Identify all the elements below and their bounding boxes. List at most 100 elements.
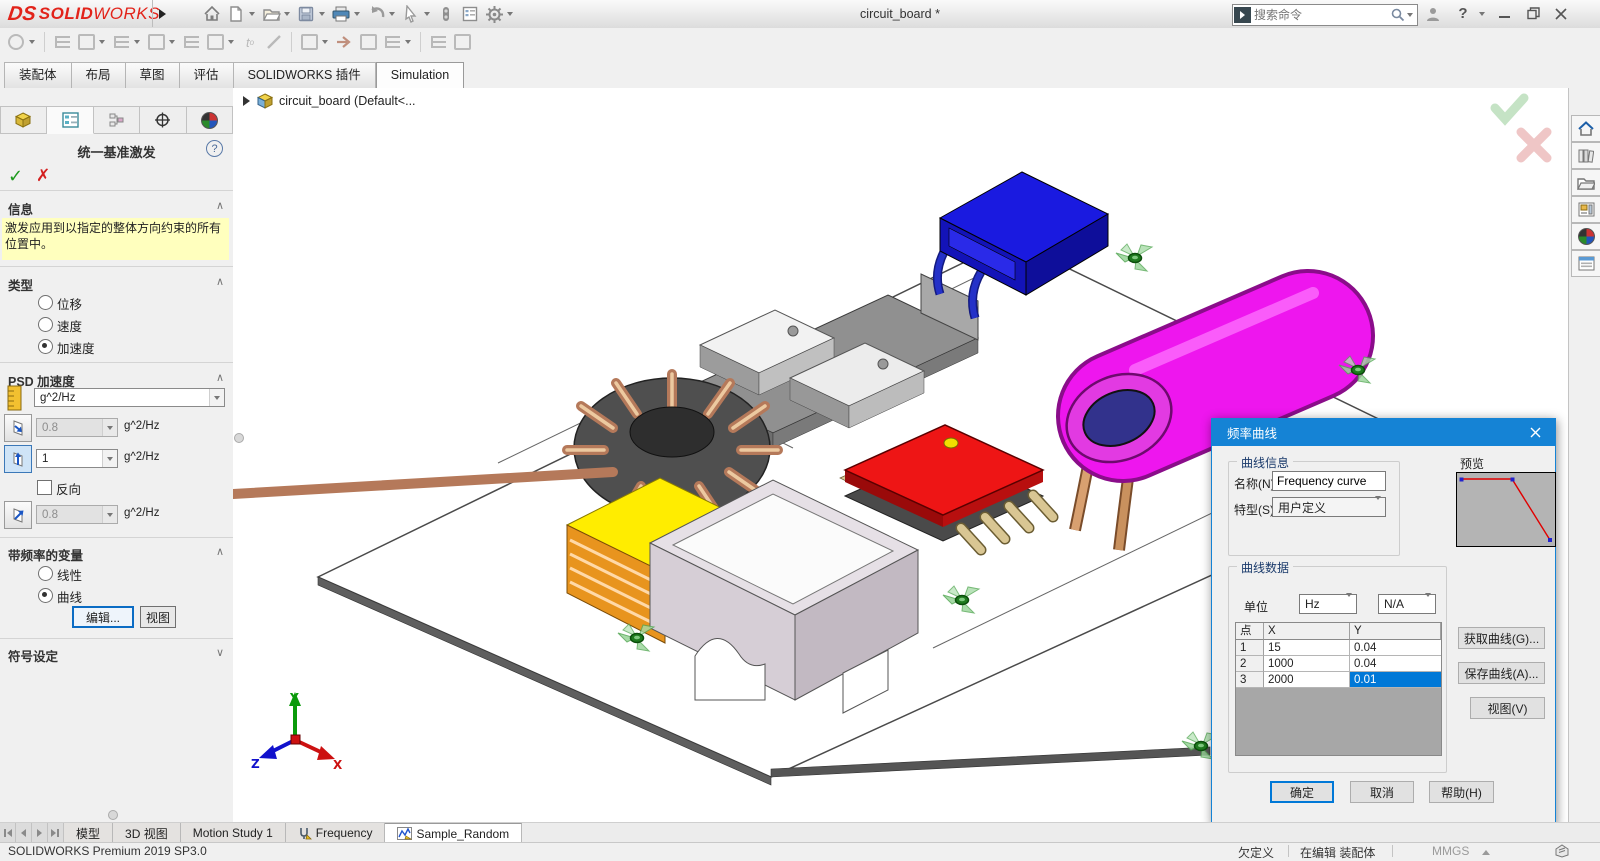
dialog-help-button[interactable]: 帮助(H) — [1429, 781, 1494, 803]
type-section-header[interactable]: 类型 — [8, 275, 33, 294]
tab-simulation[interactable]: Simulation — [376, 62, 464, 89]
table-row[interactable]: 2 1000 0.04 — [1236, 656, 1441, 672]
psd-unit-select[interactable]: g^2/Hz — [34, 388, 225, 407]
next-tab-button[interactable] — [32, 823, 48, 843]
confirmation-corner[interactable] — [1495, 98, 1547, 158]
radio-curve[interactable] — [38, 588, 53, 603]
row1-point[interactable]: 1 — [1236, 640, 1264, 656]
report-icon[interactable] — [427, 31, 449, 53]
curve-name-input[interactable] — [1272, 471, 1386, 491]
symbol-expand-chevron[interactable]: ∨ — [216, 646, 224, 659]
frequency-curve-dialog[interactable]: 频率曲线 曲线信息 名称(N) 特型(S) 用户定义 预览 曲线数据 单位 Hz… — [1211, 418, 1556, 827]
units-caret-icon[interactable] — [1482, 850, 1490, 855]
row3-x-cell[interactable]: 2000 — [1264, 672, 1350, 688]
info-section-header[interactable]: 信息 — [8, 199, 33, 218]
save-caret[interactable] — [319, 12, 325, 16]
plot-results-icon[interactable] — [381, 31, 403, 53]
tab-3d-views[interactable]: 3D 视图 — [113, 823, 181, 843]
pm-help-icon[interactable]: ? — [206, 140, 223, 157]
edit-curve-icon[interactable] — [263, 31, 285, 53]
help-caret[interactable] — [1479, 12, 1485, 16]
first-tab-button[interactable] — [0, 823, 16, 843]
get-curve-button[interactable]: 获取曲线(G)... — [1458, 627, 1545, 649]
direction3-icon-button[interactable] — [4, 501, 32, 529]
reverse-direction-label[interactable]: 反向 — [56, 479, 81, 498]
units-status[interactable]: MMGS — [1432, 844, 1469, 858]
direction1-icon-button[interactable] — [4, 414, 32, 442]
close-button[interactable] — [1548, 0, 1574, 27]
select-caret[interactable] — [424, 12, 430, 16]
cancel-button[interactable]: 取消 — [1350, 781, 1414, 803]
fixtures-caret[interactable] — [228, 40, 234, 44]
appearances-scenes-icon[interactable] — [1571, 223, 1600, 250]
tab-addins[interactable]: SOLIDWORKS 插件 — [233, 62, 376, 89]
breadcrumb[interactable]: circuit_board (Default<... — [243, 93, 416, 109]
search-command-box[interactable] — [1232, 4, 1418, 26]
unit-x-select[interactable]: Hz — [1299, 594, 1357, 614]
pm-cancel-x-icon[interactable]: ✗ — [36, 166, 50, 186]
study-advisor-icon[interactable] — [75, 31, 97, 53]
configuration-manager-tab[interactable] — [94, 106, 140, 134]
home-icon[interactable] — [200, 2, 224, 26]
rebuild-icon[interactable] — [434, 2, 458, 26]
login-user-icon[interactable] — [1420, 0, 1446, 27]
curve-data-table[interactable]: 点 X Y 1 15 0.04 2 1000 0.04 3 2000 0.01 — [1235, 622, 1442, 756]
logo-flyout-button[interactable] — [152, 0, 171, 27]
compare-results-icon[interactable] — [451, 31, 473, 53]
save-curve-button[interactable]: 保存曲线(A)... — [1458, 662, 1545, 684]
panel-bottom-splitter-handle[interactable] — [108, 810, 118, 820]
new-document-caret[interactable] — [249, 12, 255, 16]
info-collapse-chevron[interactable]: ∧ — [216, 199, 224, 212]
row1-x-cell[interactable]: 15 — [1264, 640, 1350, 656]
tab-evaluate[interactable]: 评估 — [179, 62, 233, 89]
panel-splitter-handle[interactable] — [234, 433, 244, 443]
ok-button[interactable]: 确定 — [1270, 781, 1334, 803]
mesh-icon[interactable] — [298, 31, 320, 53]
help-button[interactable]: ? — [1450, 0, 1476, 27]
row1-y-cell[interactable]: 0.04 — [1350, 640, 1441, 656]
study-filter-icon[interactable] — [5, 31, 27, 53]
tab-frequency[interactable]: Frequency — [286, 823, 386, 843]
resources-icon[interactable] — [1571, 142, 1600, 169]
tab-assembly[interactable]: 装配体 — [4, 62, 71, 89]
options-gear-icon[interactable] — [482, 2, 506, 26]
thermal-loads-icon[interactable] — [110, 31, 132, 53]
options-list-icon[interactable] — [458, 2, 482, 26]
property-manager-tab[interactable] — [47, 106, 93, 134]
dialog-view-button[interactable]: 视图(V) — [1470, 697, 1545, 719]
radio-velocity-label[interactable]: 速度 — [57, 316, 82, 335]
reverse-direction-checkbox[interactable] — [37, 480, 52, 495]
tab-sketch[interactable]: 草图 — [125, 62, 179, 89]
search-input[interactable] — [1252, 7, 1390, 23]
tab-sample-random[interactable]: Sample_Random — [385, 823, 522, 843]
thermal-loads-caret[interactable] — [134, 40, 140, 44]
custom-properties-icon[interactable] — [1571, 250, 1600, 277]
select-icon[interactable] — [399, 2, 423, 26]
design-library-icon[interactable] — [1571, 169, 1600, 196]
status-tag-icon[interactable] — [1554, 844, 1570, 858]
dir1-value-combo[interactable]: 0.8 — [36, 418, 118, 437]
last-tab-button[interactable] — [48, 823, 64, 843]
view-curve-button[interactable]: 视图 — [140, 606, 176, 628]
dialog-close-icon[interactable] — [1515, 419, 1555, 446]
edit-curve-button[interactable]: 编辑... — [72, 606, 134, 628]
tab-model[interactable]: 模型 — [64, 823, 113, 843]
direction2-icon-button[interactable] — [4, 445, 32, 473]
table-row[interactable]: 1 15 0.04 — [1236, 640, 1441, 656]
psd-collapse-chevron[interactable]: ∧ — [216, 371, 224, 384]
radio-curve-label[interactable]: 曲线 — [57, 587, 82, 606]
tab-motion-study-1[interactable]: Motion Study 1 — [181, 823, 286, 843]
plot-results-caret[interactable] — [405, 40, 411, 44]
print-caret[interactable] — [354, 12, 360, 16]
run-study-icon[interactable] — [333, 31, 355, 53]
restore-button[interactable] — [1520, 0, 1546, 27]
open-caret[interactable] — [284, 12, 290, 16]
row3-point[interactable]: 3 — [1236, 672, 1264, 688]
unit-y-select[interactable]: N/A — [1378, 594, 1436, 614]
row2-x-cell[interactable]: 1000 — [1264, 656, 1350, 672]
curve-shape-select[interactable]: 用户定义 — [1272, 497, 1386, 517]
table-row[interactable]: 3 2000 0.01 — [1236, 672, 1441, 688]
radio-linear[interactable] — [38, 566, 53, 581]
file-explorer-icon[interactable] — [1571, 196, 1600, 223]
freq-var-collapse-chevron[interactable]: ∧ — [216, 545, 224, 558]
